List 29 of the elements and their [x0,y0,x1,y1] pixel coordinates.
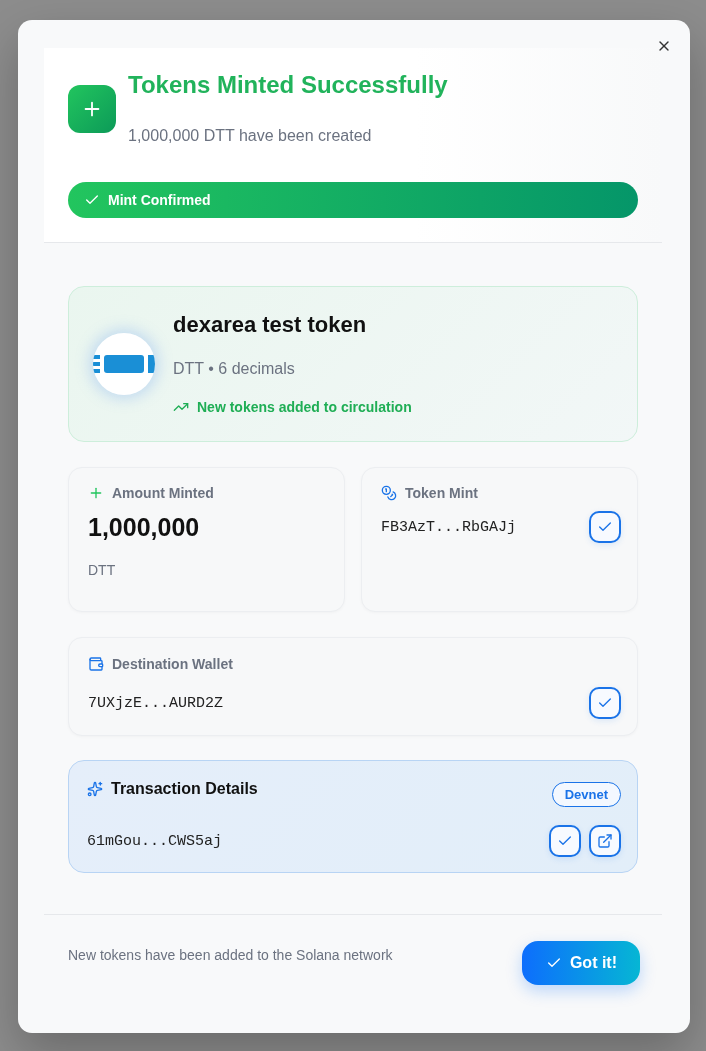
plus-icon [88,485,104,501]
wallet-icon [88,656,104,672]
token-logo-icon [93,333,155,395]
got-it-button[interactable]: Got it! [521,941,640,985]
dialog-title: Tokens Minted Successfully [128,70,448,100]
unit-label: DTT [88,561,117,579]
card-label: Token Mint [405,484,478,502]
plus-icon [68,85,116,133]
card-label: Destination Wallet [112,655,233,673]
transaction-title: Transaction Details [111,779,258,799]
open-explorer-button[interactable] [589,825,621,857]
dialog-subtitle: 1,000,000 DTT have been created [128,126,373,146]
amount-value: 1,000,000 [88,512,201,542]
footer-message: New tokens have been added to the Solana network [68,946,393,964]
transaction-signature: 61mGou...CWS5aj [87,832,223,850]
address-value: FB3AzT...RbGAJj [381,518,517,536]
coins-icon [381,485,397,501]
sparkles-icon [87,781,103,797]
wallet-address: 7UXjzE...AURD2Z [88,694,224,712]
token-meta: DTT • 6 decimals [173,359,296,379]
circulation-note: New tokens added to circulation [197,398,412,416]
copy-button[interactable] [589,511,621,543]
token-name: dexarea test token [173,312,368,338]
external-link-icon [597,833,613,849]
status-label: Mint Confirmed [108,192,211,208]
copy-button[interactable] [589,687,621,719]
network-badge: Devnet [551,782,621,807]
card-label: Amount Minted [112,484,214,502]
copy-button[interactable] [549,825,581,857]
